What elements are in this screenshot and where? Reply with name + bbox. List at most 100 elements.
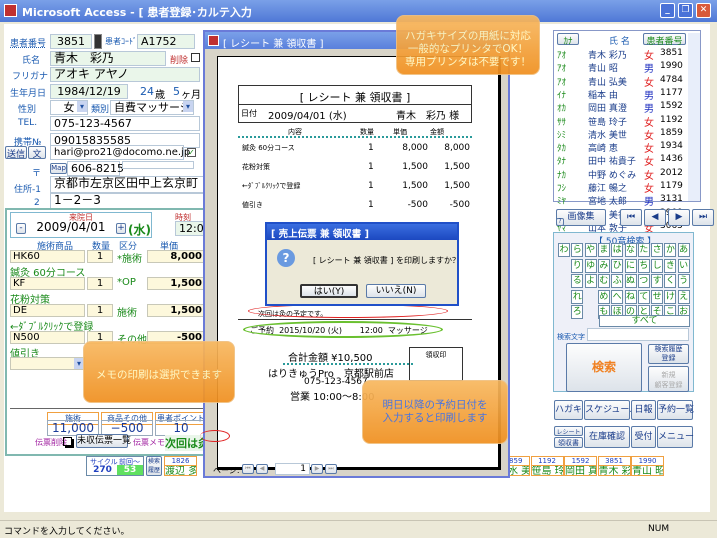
kana-button-え[interactable]: え [677,289,690,304]
birth-field[interactable]: 1984/12/19 [50,84,128,99]
kana-button-ろ[interactable]: ろ [571,305,584,319]
kana-button-み[interactable]: み [597,258,610,273]
kana-button-は[interactable]: は [611,243,624,257]
record-selector[interactable] [94,34,102,49]
kana-field[interactable]: アオキ アヤノ [50,67,200,82]
item-price[interactable]: 1,500 [147,304,205,317]
date-plus-button[interactable]: + [116,223,126,234]
list-item[interactable]: ﾌｼ 藤江 暢之女 1179 [554,181,689,195]
search-text-input[interactable] [587,328,689,341]
zip-field[interactable]: 606-8215 [67,161,124,176]
nav-first-record-button[interactable]: ⏮ [620,209,642,226]
delete-checkbox[interactable] [191,53,200,62]
restore-button[interactable]: ❐ [678,3,693,18]
list-item[interactable]: ﾐﾔ 宮地 太郎男 3131 [554,194,689,208]
history-item[interactable]: 1990 青山 昭 [631,456,664,477]
kana-button-ひ[interactable]: ひ [611,258,624,273]
history-item[interactable]: 1192 笹島 玲 [530,456,564,477]
addr1-field[interactable]: 京都市左京区田中上玄京町 [50,176,205,193]
send-button[interactable]: 送信 [5,146,27,160]
kana-button-る[interactable]: る [571,274,584,288]
kana-button-へ[interactable]: へ [611,289,624,304]
list-item[interactable]: ﾀﾅ 田中 祐貴子女 1436 [554,154,689,168]
register-search-history-button[interactable]: 検索履歴 登録 [648,344,689,364]
reservation-list-button[interactable]: 予約一覧 [657,400,694,420]
page-number-field[interactable]: 1 [275,463,310,475]
nav-last-record-button[interactable]: ⏭ [692,209,714,226]
history-item[interactable]: 1592 岡田 真 [564,456,597,477]
last-page-button[interactable]: ⏭ [325,464,337,474]
kana-all-button[interactable]: すべて [599,315,690,327]
kana-button-め[interactable]: め [597,289,610,304]
kana-button-ふ[interactable]: ふ [611,274,624,288]
list-scrollbar[interactable] [688,33,700,201]
kana-button-ゆ[interactable]: ゆ [584,258,597,273]
tel-field[interactable]: 075-123-4567 [50,116,200,131]
date-minus-button[interactable]: - [16,223,26,234]
sort-kana-button[interactable]: ｶﾅ [557,33,579,47]
kana-button-て[interactable]: て [637,289,650,304]
unpaid-list-button[interactable]: 未収伝票一覧 [76,434,131,448]
nav-next-record-button[interactable]: ▶ [668,209,690,226]
zip-extra-field[interactable] [122,161,194,169]
kana-button-ぬ[interactable]: ぬ [624,274,637,288]
patient-no-field[interactable]: 3851 [50,34,92,49]
email-checkbox[interactable]: ✓ [187,148,196,157]
minimize-button[interactable]: _ [660,3,675,18]
item-code-select[interactable]: DE [10,304,85,317]
stock-check-button[interactable]: 在庫確認 [584,426,630,448]
kana-button-れ[interactable]: れ [571,289,584,304]
list-item[interactable]: ｲﾅ 稲本 由男 1177 [554,88,689,102]
item-code-select[interactable]: N500 [10,331,85,344]
search-history-button[interactable]: 検索履歴 [146,456,162,476]
kana-button-つ[interactable]: つ [637,274,650,288]
history-item[interactable]: 1826 渡辺 多 [164,456,197,477]
list-item[interactable]: ﾀｶ 高崎 恵女 1934 [554,141,689,155]
no-button[interactable]: いいえ(N) [366,284,426,298]
patient-list[interactable]: ｶﾅ 氏 名 患者番号 ｱｵ 青木 彩乃女 3851 ｱｵ 青山 昭男 1990 ｱｵ 青山 … [553,30,701,248]
text-button[interactable]: 文 [28,146,46,160]
kana-button-り[interactable]: り [571,258,584,273]
menu-button[interactable]: メニュー [657,426,694,448]
kana-button-や[interactable]: や [584,243,597,257]
list-item[interactable]: ｱｵ 青山 弘美女 4784 [554,75,689,89]
first-page-button[interactable]: ⏮ [242,464,254,474]
kana-button-し[interactable]: し [651,258,664,273]
kana-button-き[interactable]: き [664,258,677,273]
name-field[interactable]: 青木 彩乃 [50,51,166,66]
item-price[interactable]: 1,500 [147,277,205,290]
next-page-button[interactable]: ▶ [311,464,323,474]
yes-button[interactable]: はい(Y) [300,284,358,298]
kana-button-ち[interactable]: ち [637,258,650,273]
list-item[interactable]: ｱｵ 青木 彩乃女 3851 [554,48,689,62]
slip-delete-checkbox[interactable] [63,437,72,446]
kana-button-ら[interactable]: ら [571,243,584,257]
list-item[interactable]: ｱｵ 青山 昭男 1990 [554,61,689,75]
item-qty-select[interactable]: 1 [87,250,113,263]
kana-button-あ[interactable]: あ [677,243,690,257]
kana-button-い[interactable]: い [677,258,690,273]
kana-button-す[interactable]: す [651,274,664,288]
item-code-select[interactable]: KF [10,277,85,290]
list-item[interactable]: ｵｶ 岡田 真澄男 1592 [554,101,689,115]
kana-button-に[interactable]: に [624,258,637,273]
sort-number-button[interactable]: 患者番号 [643,33,686,47]
schedule-button[interactable]: スケジュール [584,400,638,420]
item-qty-select[interactable]: 1 [87,304,113,317]
kana-button-せ[interactable]: せ [651,289,664,304]
kana-button-よ[interactable]: よ [584,274,597,288]
kana-button-た[interactable]: た [637,243,650,257]
kana-button-さ[interactable]: さ [651,243,664,257]
receipt-button[interactable]: レシート [554,426,583,436]
prev-page-button[interactable]: ◀ [256,464,268,474]
type-select[interactable]: 自費マッサージ ▾ [110,100,194,115]
sex-select[interactable]: 女 ▾ [50,100,88,115]
search-button[interactable]: 検索 [566,343,642,392]
item-price[interactable]: 8,000 [147,250,205,263]
kana-button-な[interactable]: な [624,243,637,257]
item-code-select[interactable]: ▾ [10,357,85,370]
kana-button-わ[interactable]: わ [558,243,570,257]
kana-button-け[interactable]: け [664,289,677,304]
kana-button-む[interactable]: む [597,274,610,288]
patient-code-field[interactable]: A1752 [137,34,195,49]
